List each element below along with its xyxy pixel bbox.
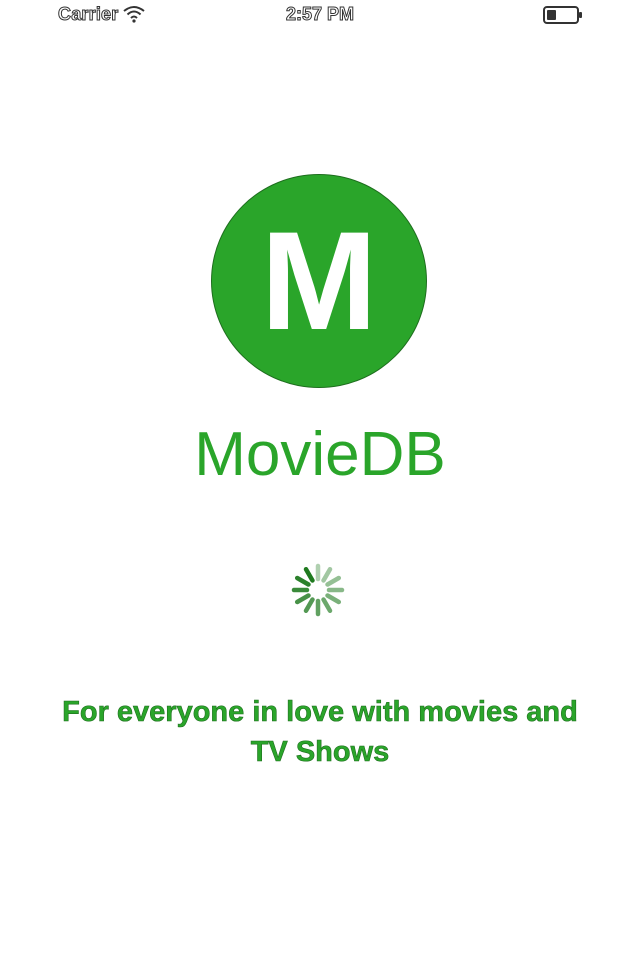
tagline-text: For everyone in love with movies and TV … [62,696,578,769]
spinner-spoke [321,597,333,614]
app-name-title: MovieDB [194,420,446,489]
spinner-spoke [303,597,315,614]
app-logo: M [211,174,427,388]
spinner-spoke [321,566,333,583]
battery-icon [543,6,582,24]
spinner-spoke [303,566,315,583]
spinner-spoke [325,593,342,605]
status-bar: Carrier 2:57 PM [0,0,640,30]
logo-letter: M [260,202,378,359]
spinner-spoke [325,575,342,587]
spinner-spoke [294,593,311,605]
activity-indicator-icon [291,563,345,617]
spinner-spoke [294,575,311,587]
